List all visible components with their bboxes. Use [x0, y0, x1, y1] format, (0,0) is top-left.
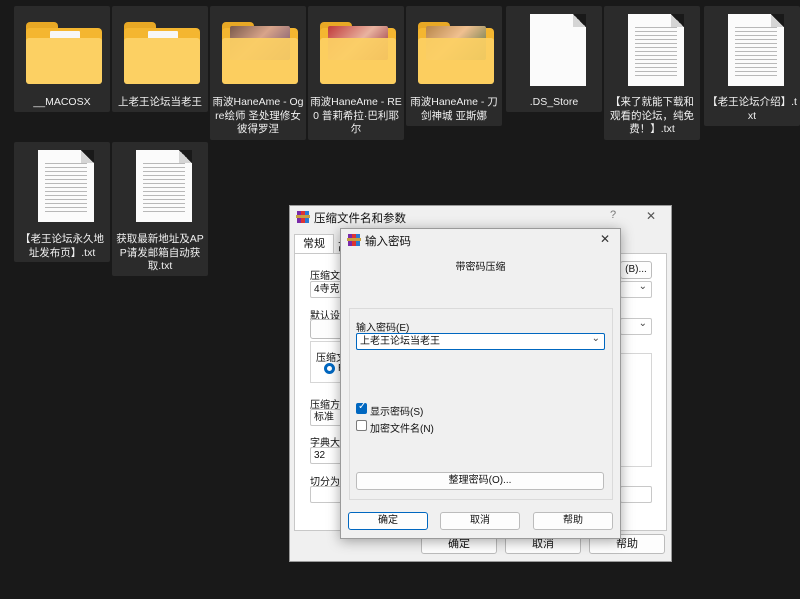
folder-item[interactable]: __MACOSX [14, 6, 110, 112]
file-label: .DS_Store [529, 96, 579, 108]
rar-format-radio[interactable] [324, 363, 335, 374]
show-password-checkbox[interactable] [356, 401, 367, 414]
winrar-icon [296, 211, 310, 223]
folder-icon [418, 22, 494, 84]
file-label: 【老王论坛介绍】.txt [707, 96, 797, 122]
winrar-icon [347, 234, 361, 246]
password-label: 输入密码(E) [356, 323, 410, 334]
folder-icon [26, 22, 102, 84]
encrypt-names-checkbox[interactable] [356, 420, 367, 431]
folder-item[interactable]: 雨波HaneAme - 刀剑神城 亚斯娜 [406, 6, 502, 126]
password-help-button[interactable]: 帮助 [533, 512, 613, 530]
file-label: 【来了就能下载和观看的论坛，纯免费！】.txt [610, 96, 694, 135]
folder-item[interactable]: 雨波HaneAme - Ogre绘师 圣处理修女 彼得罗涅 [210, 6, 306, 140]
file-label: 雨波HaneAme - RE0 普莉希拉·巴利耶尔 [310, 96, 402, 135]
folder-icon [320, 22, 396, 84]
profile-select[interactable] [620, 318, 652, 335]
encrypt-names-label: 加密文件名(N) [370, 424, 434, 435]
password-input[interactable]: 上老王论坛当老王 [356, 333, 605, 350]
text-file-item[interactable]: 【来了就能下载和观看的论坛，纯免费！】.txt [604, 6, 700, 140]
folder-icon [222, 22, 298, 84]
password-dialog: 输入密码 ✕ 带密码压缩 输入密码(E) 上老王论坛当老王 显示密码(S) 加密… [340, 228, 621, 539]
organize-passwords-button[interactable]: 整理密码(O)... [356, 472, 604, 490]
password-dialog-titlebar[interactable]: 输入密码 ✕ [341, 229, 620, 251]
file-item[interactable]: .DS_Store [506, 6, 602, 112]
folder-icon [124, 22, 200, 84]
file-label: 上老王论坛当老王 [118, 96, 202, 108]
dialog-heading: 带密码压缩 [455, 262, 506, 273]
password-ok-button[interactable]: 确定 [348, 512, 428, 530]
archive-dialog-titlebar[interactable]: 压缩文件名和参数 ? ✕ [290, 206, 671, 228]
browse-button[interactable]: (B)... [620, 261, 652, 279]
password-dialog-title: 输入密码 [365, 236, 411, 248]
folder-item[interactable]: 雨波HaneAme - RE0 普莉希拉·巴利耶尔 [308, 6, 404, 140]
password-cancel-button[interactable]: 取消 [440, 512, 520, 530]
show-password-label: 显示密码(S) [370, 407, 424, 418]
file-icon [530, 14, 586, 86]
text-file-item[interactable]: 【老王论坛介绍】.txt [704, 6, 800, 126]
text-file-icon [136, 150, 192, 222]
text-file-icon [728, 14, 784, 86]
password-button-area[interactable] [620, 486, 652, 503]
text-file-item[interactable]: 获取最新地址及APP请发邮箱自动获取.txt [112, 142, 208, 276]
update-mode-select[interactable] [620, 281, 652, 298]
options-group [620, 353, 652, 467]
text-file-item[interactable]: 【老王论坛永久地址发布页】.txt [14, 142, 110, 262]
text-file-icon [628, 14, 684, 86]
file-label: 雨波HaneAme - 刀剑神城 亚斯娜 [410, 96, 498, 122]
folder-item[interactable]: 上老王论坛当老王 [112, 6, 208, 112]
close-icon[interactable]: ✕ [600, 232, 610, 246]
close-icon[interactable]: ✕ [646, 209, 656, 223]
text-file-icon [38, 150, 94, 222]
file-label: __MACOSX [33, 96, 91, 108]
tab-general[interactable]: 常规 [294, 234, 334, 254]
file-label: 雨波HaneAme - Ogre绘师 圣处理修女 彼得罗涅 [212, 96, 304, 135]
file-label: 获取最新地址及APP请发邮箱自动获取.txt [116, 233, 204, 272]
archive-dialog-title: 压缩文件名和参数 [314, 213, 406, 225]
file-label: 【老王论坛永久地址发布页】.txt [20, 233, 104, 259]
help-icon[interactable]: ? [610, 209, 616, 221]
